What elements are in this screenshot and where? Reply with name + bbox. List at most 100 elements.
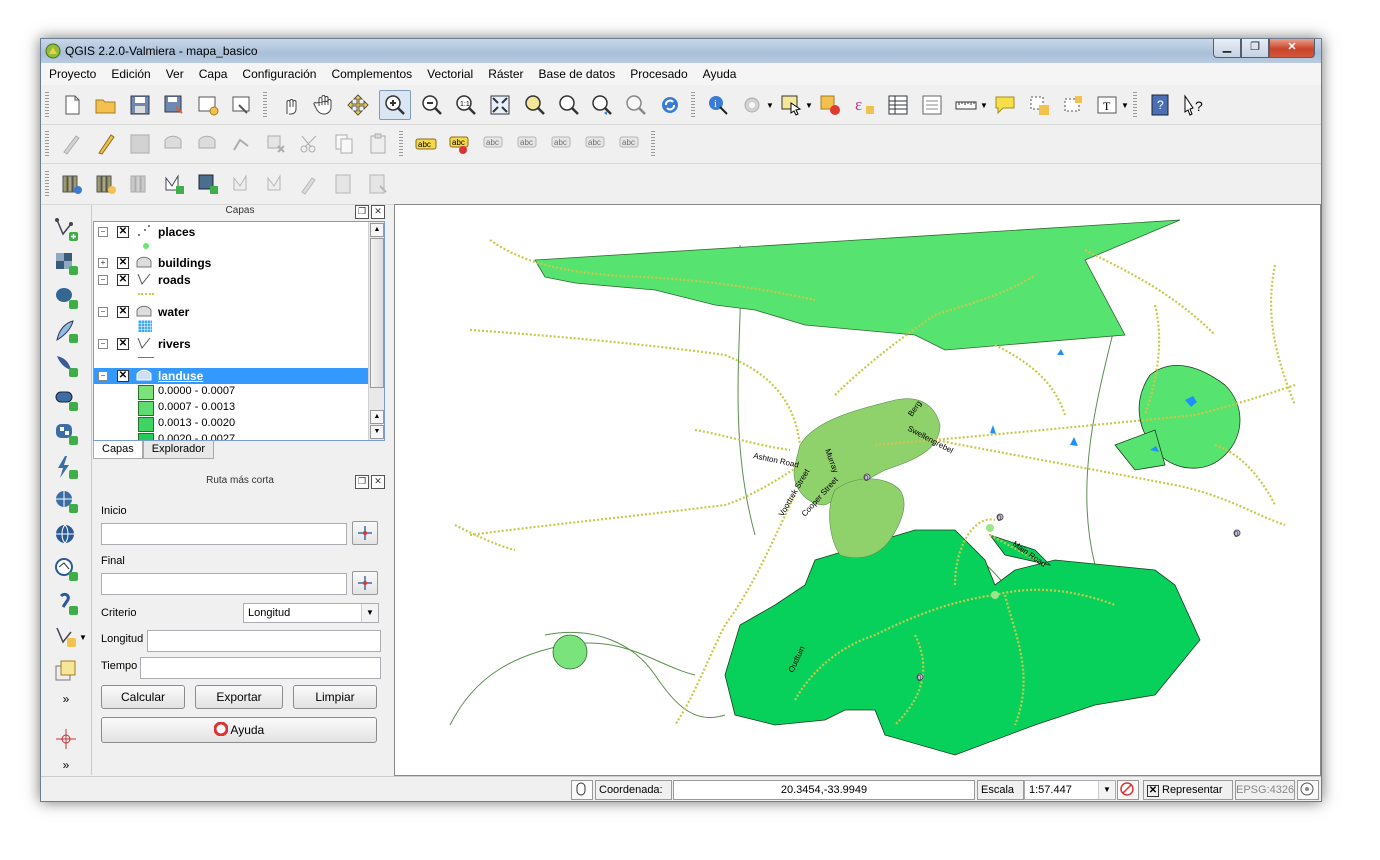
menu-proyecto[interactable]: Proyecto <box>41 67 103 81</box>
menu-raster[interactable]: Ráster <box>480 67 530 81</box>
save-project-button[interactable] <box>127 92 153 118</box>
chevron-down-icon[interactable]: ▼ <box>805 101 813 110</box>
toolbar-grip[interactable] <box>691 92 695 118</box>
refresh-button[interactable] <box>657 92 683 118</box>
zoom-actual-size-button[interactable]: 1:1 <box>453 92 479 118</box>
paste-features-button[interactable] <box>365 131 391 157</box>
collapse-toggle[interactable]: − <box>98 227 108 237</box>
zoom-next-button[interactable] <box>623 92 649 118</box>
collapse-toggle[interactable]: − <box>98 275 108 285</box>
whats-this-button[interactable]: ? <box>1181 92 1207 118</box>
landuse-polygon[interactable] <box>534 219 1181 351</box>
zoom-last-button[interactable] <box>589 92 615 118</box>
vector-tool-1-button[interactable] <box>161 171 187 197</box>
show-hide-labels-button[interactable]: abc <box>515 131 541 157</box>
move-label-button[interactable]: abc <box>549 131 575 157</box>
render-toggle[interactable]: ✕ Representar <box>1143 780 1233 800</box>
highlight-pinned-labels-button[interactable]: abc <box>481 131 507 157</box>
cut-features-button[interactable] <box>297 131 323 157</box>
zoom-to-selection-button[interactable] <box>521 92 547 118</box>
layer-style-button[interactable] <box>52 657 80 685</box>
menu-base-de-datos[interactable]: Base de datos <box>531 67 623 81</box>
expand-toggle[interactable]: + <box>98 258 108 268</box>
add-gpx-layer-button[interactable] <box>52 589 80 617</box>
zoom-out-button[interactable] <box>419 92 445 118</box>
chevron-down-icon[interactable]: ▼ <box>1121 101 1129 110</box>
layer-visibility-checkbox[interactable]: ✕ <box>117 306 129 318</box>
layer-visibility-checkbox[interactable]: ✕ <box>117 274 129 286</box>
pick-end-point-button[interactable] <box>352 571 378 595</box>
collapse-toggle[interactable]: − <box>98 371 108 381</box>
menu-edicion[interactable]: Edición <box>103 67 157 81</box>
toolbar-grip[interactable] <box>45 171 49 197</box>
float-panel-button[interactable]: ❐ <box>355 475 369 489</box>
vector-tool-2-button[interactable] <box>195 171 221 197</box>
coordinate-value[interactable]: 20.3454,-33.9949 <box>673 780 975 800</box>
chevron-down-icon[interactable]: ▼ <box>361 604 378 622</box>
toolbar-grip[interactable] <box>651 131 655 157</box>
help-button[interactable]: Ayuda <box>101 717 377 743</box>
toolbar-grip[interactable] <box>263 92 267 118</box>
scroll-up-arrow-icon[interactable]: ▲ <box>370 223 384 237</box>
vector-tool-3-button[interactable] <box>229 171 255 197</box>
raster-tool-3-button[interactable] <box>127 171 153 197</box>
add-delimited-text-layer-button[interactable] <box>52 453 80 481</box>
more-tools-chevron-icon[interactable]: » <box>52 691 80 707</box>
add-raster-layer-button[interactable] <box>52 249 80 277</box>
landuse-polygon[interactable] <box>552 634 588 670</box>
menu-procesado[interactable]: Procesado <box>622 67 694 81</box>
export-button[interactable]: Exportar <box>195 685 283 709</box>
coordinate-toggle-button[interactable] <box>571 780 593 800</box>
clear-button[interactable]: Limpiar <box>293 685 377 709</box>
coordinate-capture-button[interactable] <box>52 725 80 753</box>
add-wcs-layer-button[interactable] <box>52 487 80 515</box>
close-panel-button[interactable]: ✕ <box>371 475 385 489</box>
tab-capas[interactable]: Capas <box>93 441 143 459</box>
menu-complementos[interactable]: Complementos <box>323 67 419 81</box>
deselect-all-button[interactable] <box>817 92 843 118</box>
layer-visibility-checkbox[interactable]: ✕ <box>117 226 129 238</box>
digitize-tool-button[interactable] <box>297 171 323 197</box>
vector-tool-4-button[interactable] <box>263 171 289 197</box>
menu-configuracion[interactable]: Configuración <box>234 67 323 81</box>
copy-features-button[interactable] <box>331 131 357 157</box>
add-wms-tile-layer-button[interactable] <box>52 555 80 583</box>
length-output[interactable] <box>147 630 381 652</box>
collapse-toggle[interactable]: − <box>98 339 108 349</box>
time-output[interactable] <box>140 657 381 679</box>
change-label-button[interactable]: abc <box>617 131 643 157</box>
menu-ver[interactable]: Ver <box>158 67 191 81</box>
scroll-down-arrow-icon[interactable]: ▼ <box>370 425 384 439</box>
zoom-to-layer-button[interactable] <box>555 92 581 118</box>
new-shapefile-layer-button[interactable] <box>52 623 80 651</box>
help-contents-button[interactable]: ? <box>1147 92 1173 118</box>
raster-tool-4-button[interactable] <box>331 171 357 197</box>
menu-capa[interactable]: Capa <box>191 67 235 81</box>
close-panel-button[interactable]: ✕ <box>371 205 385 219</box>
scale-select[interactable]: 1:57.447 ▼ <box>1024 780 1116 800</box>
new-project-button[interactable] <box>59 92 85 118</box>
run-feature-action-button[interactable] <box>739 92 765 118</box>
new-bookmark-button[interactable] <box>1026 92 1052 118</box>
zoom-in-button[interactable] <box>379 90 411 120</box>
toggle-editing-button[interactable] <box>93 131 119 157</box>
select-features-button[interactable] <box>778 92 804 118</box>
add-wfs-layer-button[interactable] <box>52 521 80 549</box>
raster-tool-5-button[interactable] <box>365 171 391 197</box>
touch-zoom-button[interactable] <box>277 92 303 118</box>
map-canvas[interactable]: Ashton Road Murray Berg Swellengrebel Vo… <box>394 204 1321 776</box>
layers-tree[interactable]: − ✕ places + ✕ buildings − ✕ roads − ✕ w… <box>93 221 385 441</box>
minimize-button[interactable]: ▁ <box>1213 39 1241 58</box>
attribute-table-button[interactable] <box>885 92 911 118</box>
map-render[interactable]: Ashton Road Murray Berg Swellengrebel Vo… <box>395 205 1320 775</box>
save-edits-button[interactable] <box>127 131 153 157</box>
statistical-summary-button[interactable] <box>919 92 945 118</box>
place-marker[interactable] <box>991 591 999 599</box>
layer-visibility-checkbox[interactable]: ✕ <box>117 338 129 350</box>
current-edits-button[interactable] <box>59 131 85 157</box>
scroll-thumb[interactable] <box>370 238 384 388</box>
identify-button[interactable]: i <box>705 92 731 118</box>
node-tool-button[interactable] <box>229 131 255 157</box>
close-button[interactable]: ✕ <box>1269 39 1315 58</box>
add-oracle-layer-button[interactable] <box>52 385 80 413</box>
